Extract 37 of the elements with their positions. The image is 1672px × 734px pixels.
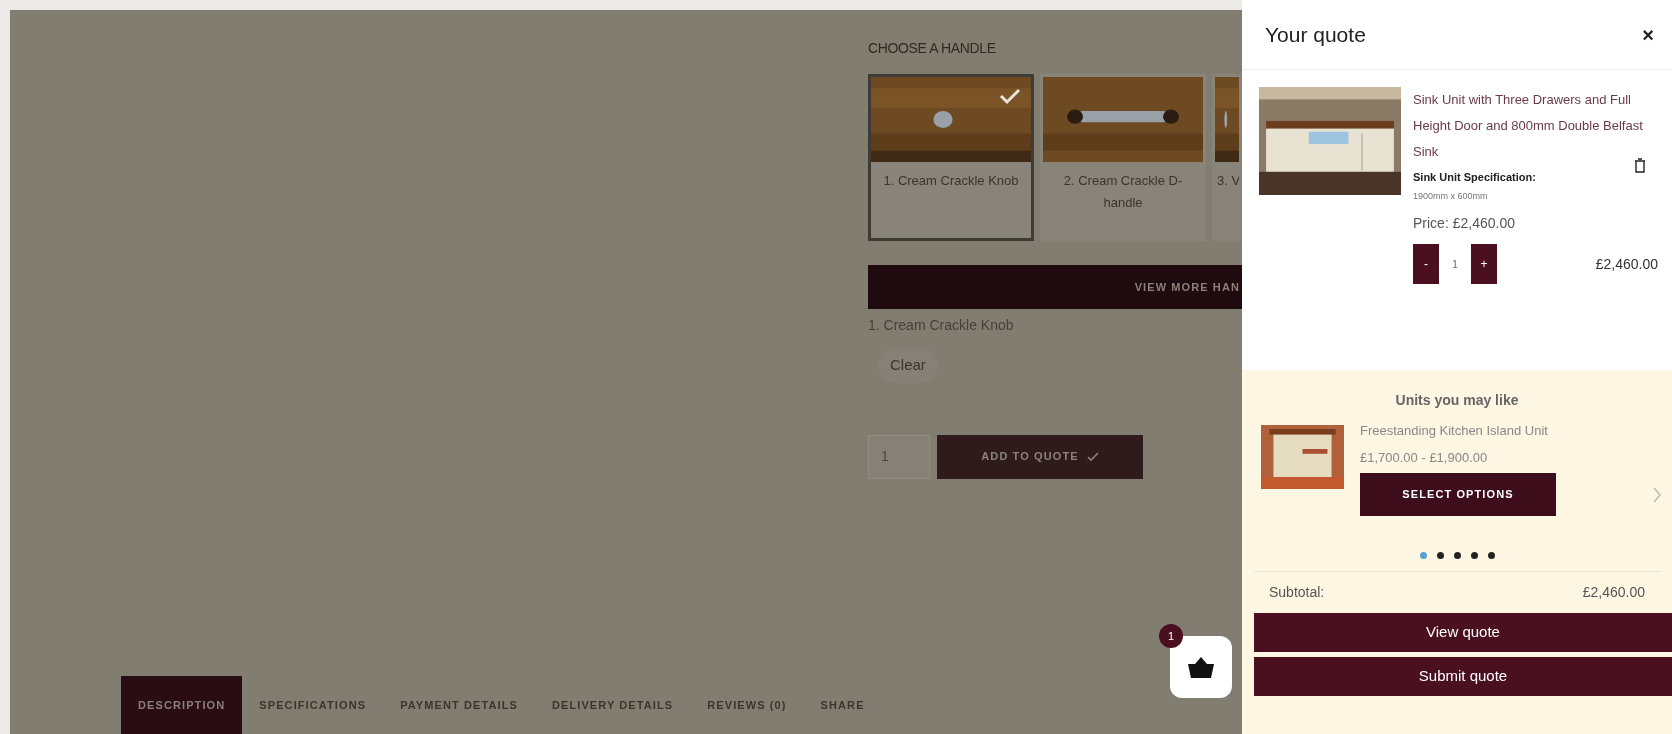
- spec-value: 1900mm x 600mm: [1413, 189, 1489, 203]
- subtotal-value: £2,460.00: [1582, 583, 1645, 602]
- tab[interactable]: REVIEWS (0): [690, 676, 804, 734]
- quote-action-button[interactable]: View quote: [1254, 613, 1672, 652]
- subtotal-label: Subtotal:: [1269, 583, 1325, 602]
- tab[interactable]: DELIVERY DETAILS: [534, 676, 691, 734]
- handle-option[interactable]: 1. Cream Crackle Knob: [868, 74, 1034, 241]
- drawer-title: Your quote: [1265, 21, 1366, 48]
- quote-action-button[interactable]: Submit quote: [1254, 657, 1672, 696]
- select-options-button[interactable]: SELECT OPTIONS: [1360, 473, 1556, 516]
- item-name: Sink Unit with Three Drawers and Full Height Door and 800mm Double Belfast Sink: [1413, 91, 1644, 161]
- view-more-button[interactable]: VIEW MORE HAN: [868, 265, 1242, 309]
- tab[interactable]: SPECIFICATIONS: [242, 676, 384, 734]
- suggestions-heading: Units you may like: [1394, 391, 1520, 410]
- checkmark-icon: [999, 87, 1021, 105]
- tab[interactable]: SHARE: [803, 676, 882, 734]
- checkmark-icon: [1086, 451, 1099, 462]
- handle-option[interactable]: 2. Cream Crackle D-handle: [1040, 74, 1206, 241]
- selected-handle-label: 1. Cream Crackle Knob: [868, 316, 1015, 335]
- handle-label: 2. Cream Crackle D-handle: [1062, 172, 1184, 212]
- tab[interactable]: DESCRIPTION: [121, 676, 243, 734]
- decrease-button[interactable]: -: [1413, 244, 1439, 284]
- suggestion-name: Freestanding Kitchen Island Unit: [1360, 422, 1549, 440]
- suggestion-price: £1,700.00 - £1,900.00: [1360, 448, 1489, 467]
- add-to-quote-button[interactable]: ADD TO QUOTE: [937, 434, 1143, 479]
- item-price: Price: £2,460.00: [1413, 214, 1516, 233]
- increase-button[interactable]: +: [1471, 244, 1497, 284]
- section-heading: CHOOSE A HANDLE: [868, 39, 997, 58]
- close-button[interactable]: ×: [1642, 19, 1654, 50]
- item-total: £2,460.00: [1595, 254, 1658, 274]
- count-badge: 1: [1159, 624, 1183, 648]
- trash-icon[interactable]: [1634, 157, 1646, 173]
- spec-label: Sink Unit Specification:: [1413, 170, 1537, 185]
- clear-button[interactable]: Clear: [878, 348, 938, 383]
- tab[interactable]: PAYMENT DETAILS: [383, 676, 535, 734]
- handle-label: 1. Cream Crackle Knob: [882, 172, 1020, 190]
- quantity-field[interactable]: 1: [868, 434, 930, 479]
